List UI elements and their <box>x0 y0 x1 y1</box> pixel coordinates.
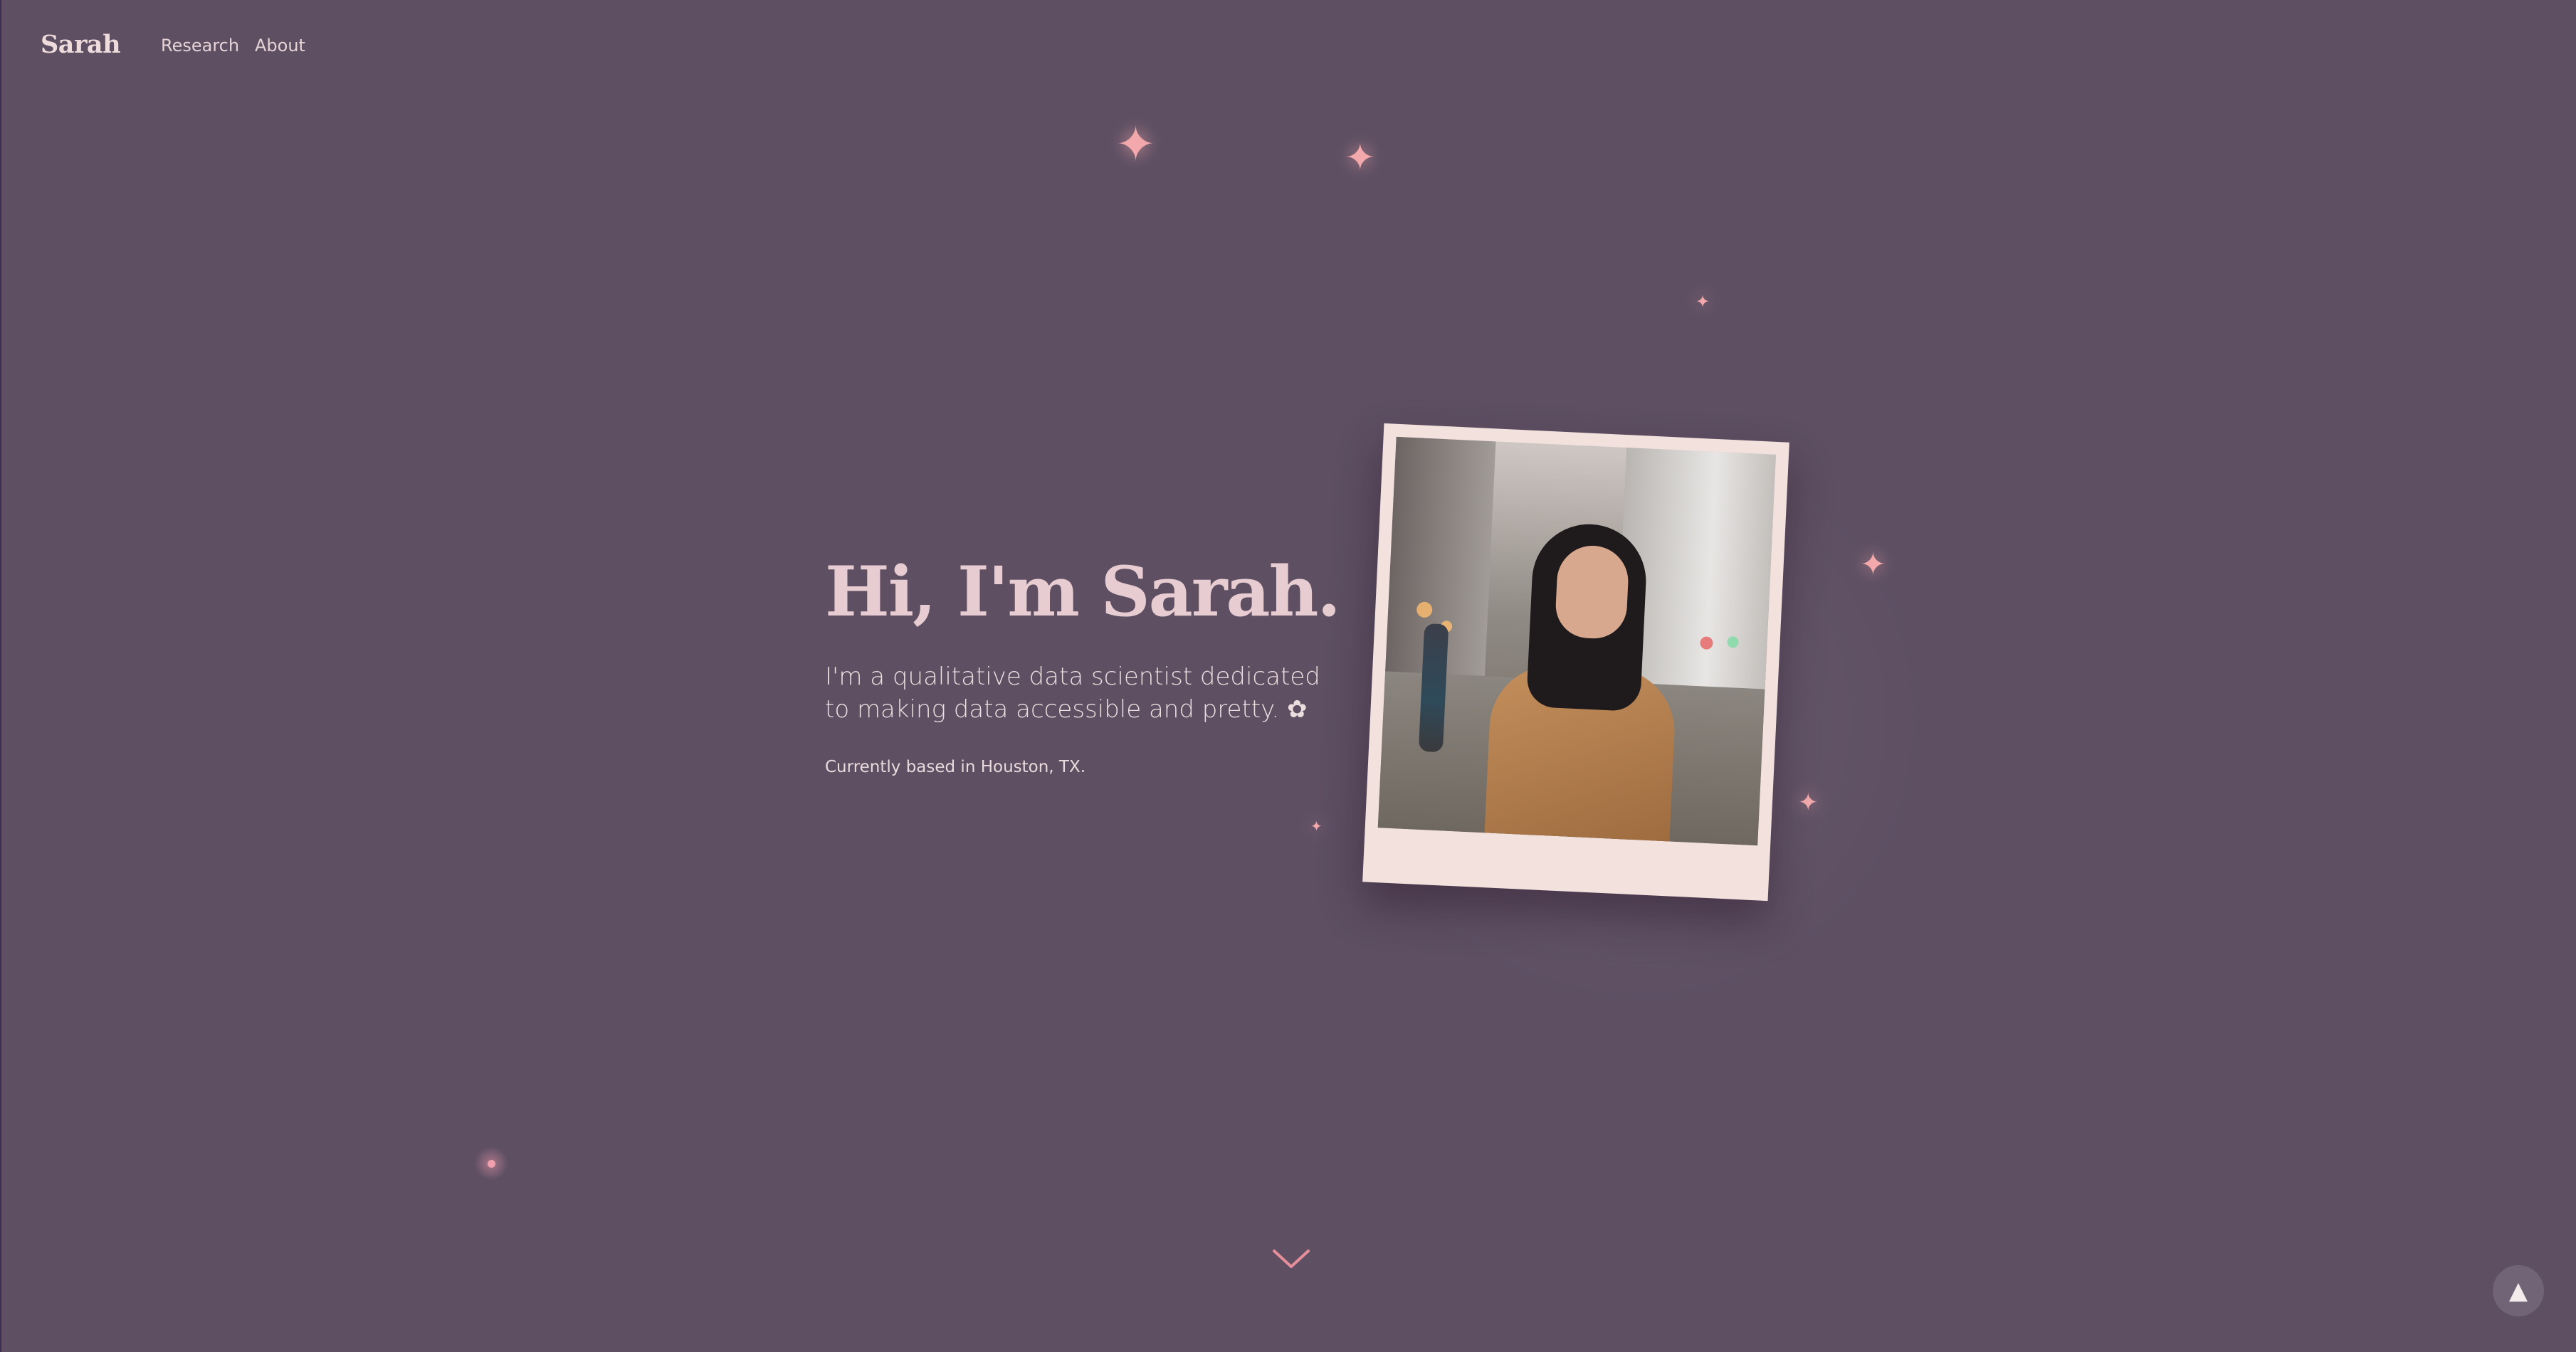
nav-link-research[interactable]: Research <box>161 36 239 56</box>
hero-subtitle-line-2: to making data accessible and pretty. ✿ <box>825 695 1308 724</box>
hero-subtitle-line-1: I'm a qualitative data scientist dedicat… <box>825 662 1320 691</box>
top-navigation: Sarah Research About <box>1 0 2576 93</box>
chevron-down-icon[interactable] <box>1271 1248 1311 1269</box>
photo-subject <box>1483 520 1698 846</box>
back-to-top-button[interactable]: ▲ <box>2493 1265 2544 1316</box>
sparkle-icon: ✦ <box>1310 818 1323 835</box>
profile-photo <box>1377 436 1777 846</box>
sparkle-icon: ✦ <box>1345 137 1376 179</box>
photo-face <box>1554 544 1630 640</box>
brand-logo[interactable]: Sarah <box>41 30 121 59</box>
hero-location: Currently based in Houston, TX. <box>825 758 1086 776</box>
nav-link-about[interactable]: About <box>255 36 305 56</box>
arrow-up-icon: ▲ <box>2508 1277 2528 1305</box>
glow-dot-icon <box>474 1146 508 1181</box>
sparkle-icon: ✦ <box>1115 117 1156 173</box>
sparkle-icon: ✦ <box>1696 292 1710 312</box>
hero-title: Hi, I'm Sarah. <box>825 551 1341 632</box>
polaroid-frame <box>1362 423 1789 902</box>
hero-section: Hi, I'm Sarah. I'm a qualitative data sc… <box>825 551 1366 776</box>
hero-subtitle: I'm a qualitative data scientist dedicat… <box>825 660 1323 726</box>
